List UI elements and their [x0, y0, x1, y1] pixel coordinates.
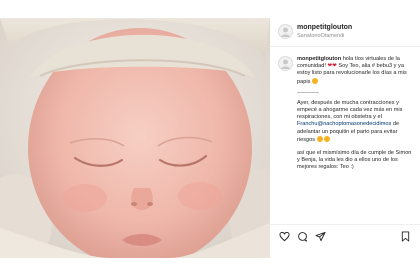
- post-username[interactable]: monpetitglouton: [297, 24, 352, 32]
- caption-divider: [297, 91, 319, 93]
- post-location[interactable]: SanatorioOtamendi: [297, 33, 344, 40]
- post-photo-newborn: [0, 18, 270, 258]
- post-header: monpetitglouton SanatorioOtamendi: [270, 18, 420, 47]
- post-caption: monpetitglouton hola tíos virtuales de l…: [297, 56, 413, 178]
- caption-mention[interactable]: Franchu@nachoptomasonedecidimos: [297, 121, 391, 127]
- share-icon[interactable]: [315, 231, 326, 242]
- caption-avatar[interactable]: [278, 56, 293, 71]
- post-side-panel: monpetitglouton SanatorioOtamendi monpet…: [270, 18, 420, 258]
- caption-paragraph-1: monpetitglouton hola tíos virtuales de l…: [297, 56, 413, 86]
- caption-text-5: así que el mismísimo día de cumple de Si…: [297, 150, 412, 171]
- post-actions-bar: [270, 224, 420, 245]
- heart-eyes-emoji-icon: [324, 135, 331, 142]
- smile-emoji-icon: [316, 135, 323, 142]
- heart-outline-icon[interactable]: [279, 231, 290, 242]
- caption-text-3: Ayer, después de mucha contracciones y e…: [297, 99, 403, 121]
- comment-icon[interactable]: [297, 231, 308, 242]
- caption-paragraph-3: así que el mismísimo día de cumple de Si…: [297, 150, 413, 172]
- heart-eyes-emoji-icon: [311, 77, 318, 84]
- caption-paragraph-2: Ayer, después de mucha contracciones y e…: [297, 100, 413, 144]
- caption-username[interactable]: monpetitglouton: [297, 56, 341, 62]
- bookmark-icon[interactable]: [400, 231, 411, 242]
- instagram-post-embed: monpetitglouton SanatorioOtamendi monpet…: [0, 0, 420, 280]
- avatar[interactable]: [278, 24, 293, 39]
